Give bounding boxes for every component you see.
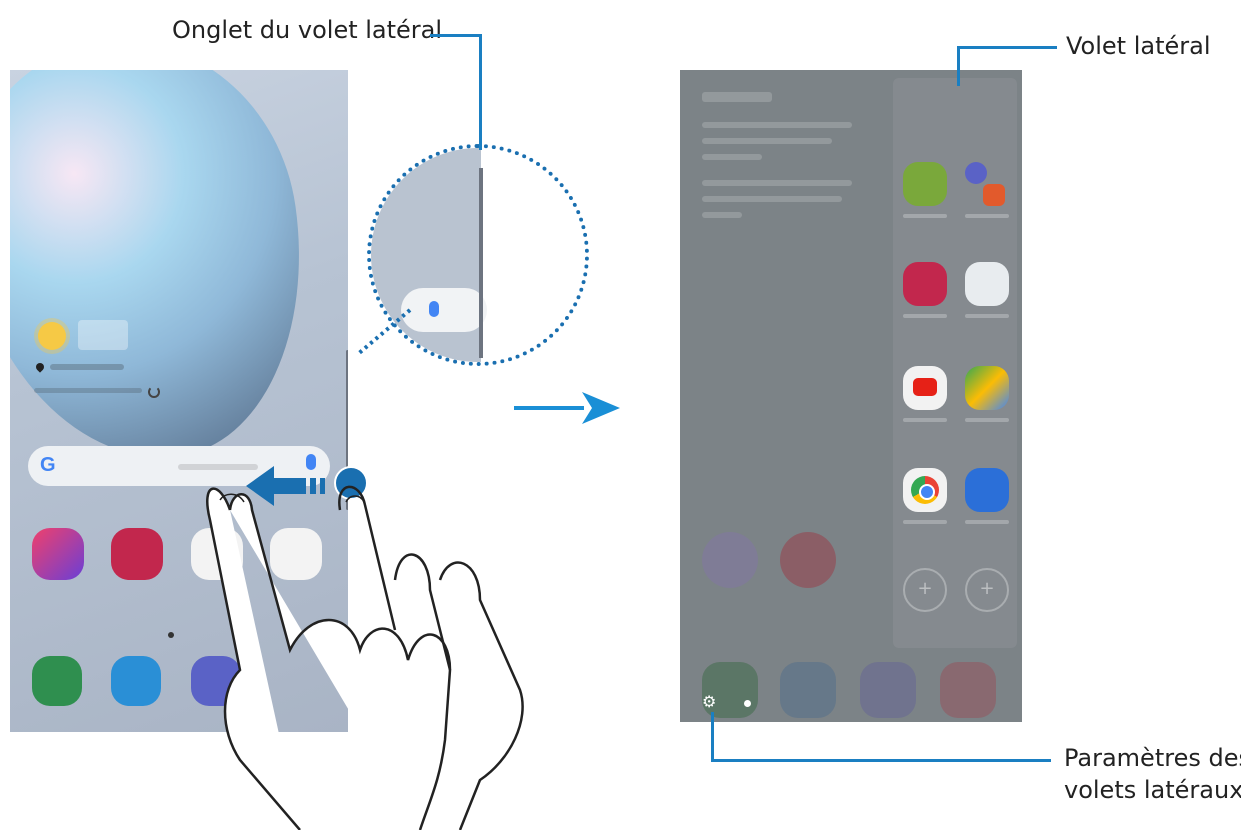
- blurred-dock-4: [940, 662, 996, 718]
- callout-line-edge-panel-v: [957, 46, 960, 86]
- gallery-icon[interactable]: [111, 528, 163, 580]
- blurred-text-6: [702, 212, 742, 218]
- galaxy-store-icon[interactable]: [32, 528, 84, 580]
- calculator-label: [903, 214, 947, 218]
- google-logo-icon: G: [40, 454, 56, 476]
- gallery-icon[interactable]: [903, 262, 947, 306]
- maps-icon[interactable]: [965, 366, 1009, 410]
- callout-settings-line1: Paramètres des: [1064, 744, 1241, 772]
- edge-panel-screen: + + ⚙: [680, 70, 1022, 722]
- weather-sun-icon: [38, 322, 66, 350]
- duo-icon[interactable]: [965, 468, 1009, 512]
- duo-label: [965, 520, 1009, 524]
- wallpaper-blob: [10, 70, 328, 481]
- refresh-icon[interactable]: [148, 386, 160, 398]
- folder-label: [965, 314, 1009, 318]
- blurred-text-2: [702, 138, 832, 144]
- chrome-label: [903, 520, 947, 524]
- blurred-app-2: [780, 532, 836, 588]
- add-app-button-1[interactable]: +: [903, 568, 947, 612]
- callout-settings-line2: volets latéraux: [1064, 776, 1241, 804]
- hand-icon: [206, 485, 524, 830]
- blurred-text-1: [702, 122, 852, 128]
- location-text: [50, 364, 124, 370]
- transition-arrow-icon: [514, 392, 620, 424]
- callout-edge-handle: Onglet du volet latéral: [172, 16, 443, 44]
- callout-line-edge-handle-h: [430, 34, 482, 37]
- panel-page-indicator: [744, 700, 751, 707]
- maps-label: [965, 418, 1009, 422]
- youtube-label: [903, 418, 947, 422]
- magnifier-pointer: [356, 308, 412, 356]
- folder-icon[interactable]: [965, 262, 1009, 306]
- callout-edge-panel: Volet latéral: [1066, 32, 1211, 60]
- gallery-label: [903, 314, 947, 318]
- magnified-edge-handle: [479, 168, 483, 358]
- settings-gear-icon[interactable]: ⚙: [702, 692, 716, 711]
- callout-line-settings-h: [711, 759, 1051, 762]
- app-pair-label: [965, 214, 1009, 218]
- weather-widget-text: [78, 320, 128, 350]
- blurred-text-3: [702, 154, 762, 160]
- blurred-dock-3: [860, 662, 916, 718]
- callout-line-edge-handle-v: [479, 34, 482, 150]
- calculator-icon[interactable]: [903, 162, 947, 206]
- messages-app-icon[interactable]: [111, 656, 161, 706]
- blurred-title: [702, 92, 772, 102]
- blurred-app-1: [702, 532, 758, 588]
- edge-panel: + +: [893, 78, 1017, 648]
- blurred-dock-2: [780, 662, 836, 718]
- updated-text: [34, 388, 142, 393]
- callout-line-edge-panel-h: [957, 46, 1057, 49]
- internet-notes-pair-icon[interactable]: [965, 162, 1009, 206]
- blurred-text-4: [702, 180, 852, 186]
- add-app-button-2[interactable]: +: [965, 568, 1009, 612]
- youtube-icon[interactable]: [903, 366, 947, 410]
- phone-app-icon[interactable]: [32, 656, 82, 706]
- chrome-icon[interactable]: [903, 468, 947, 512]
- blurred-text-5: [702, 196, 842, 202]
- magnified-mic-icon: [429, 301, 439, 317]
- callout-line-settings-v: [711, 712, 714, 762]
